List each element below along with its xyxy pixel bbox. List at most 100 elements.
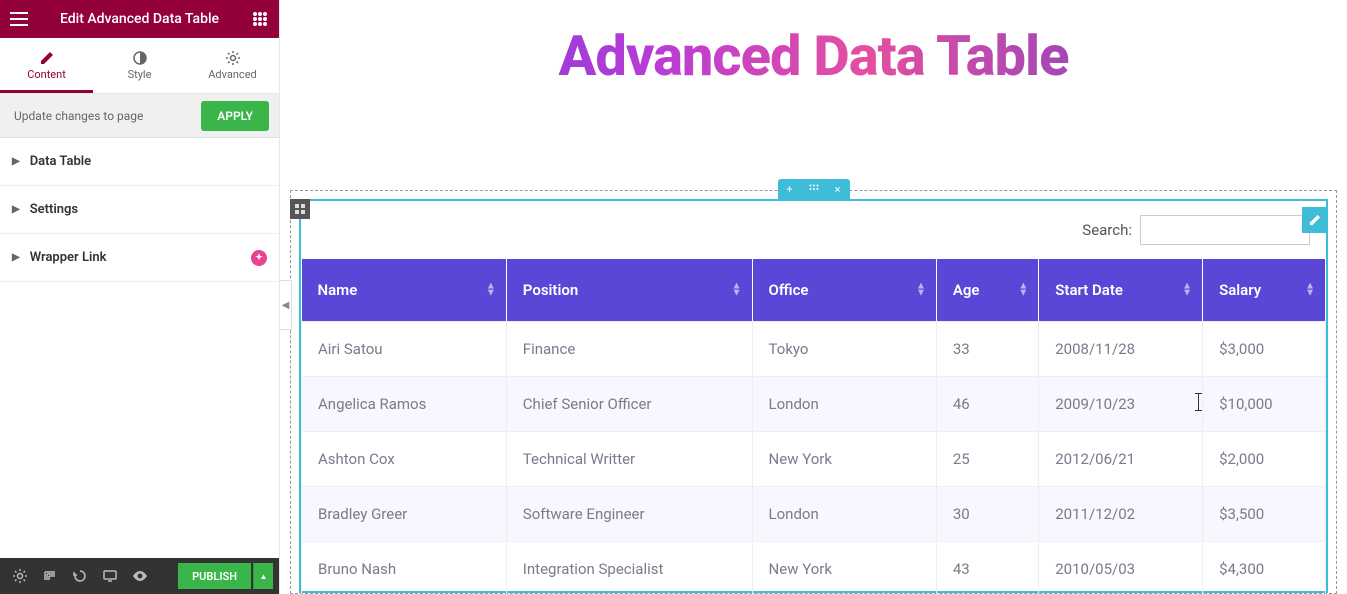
tab-label: Advanced — [208, 68, 256, 81]
tab-advanced[interactable]: Advanced — [186, 38, 279, 93]
table-cell[interactable]: 2012/06/21 — [1039, 432, 1203, 487]
text-cursor-icon — [1198, 393, 1199, 411]
menu-icon[interactable] — [0, 0, 38, 38]
table-cell[interactable]: $2,000 — [1203, 432, 1326, 487]
col-label: Salary — [1219, 281, 1261, 299]
publish-button[interactable]: PUBLISH — [178, 563, 251, 589]
table-search-row: Search: — [301, 205, 1326, 259]
apply-button[interactable]: APPLY — [201, 101, 269, 131]
table-row: Airi SatouFinanceTokyo332008/11/28$3,000 — [302, 322, 1326, 377]
tab-label: Style — [128, 68, 152, 81]
preview-area: Advanced Data Table + × Search: — [280, 0, 1347, 594]
table-cell[interactable]: Bruno Nash — [302, 542, 507, 594]
section-label: Settings — [30, 202, 78, 217]
table-cell[interactable]: Chief Senior Officer — [506, 377, 752, 432]
table-cell[interactable]: Tokyo — [752, 322, 936, 377]
sort-icon: ▲▼ — [486, 284, 496, 297]
table-cell[interactable]: $10,000 — [1203, 377, 1326, 432]
section-data-table[interactable]: ▶ Data Table — [0, 138, 279, 186]
table-header-row: Name ▲▼ Position ▲▼ Office ▲▼ Age ▲▼ Start D… — [302, 259, 1326, 322]
table-cell[interactable]: London — [752, 487, 936, 542]
navigator-icon[interactable] — [36, 562, 64, 590]
table-cell[interactable]: 2011/12/02 — [1039, 487, 1203, 542]
widget-data-table[interactable]: Search: Name ▲▼ Position ▲▼ Office ▲▼ Age ▲▼… — [299, 199, 1328, 593]
table-cell[interactable]: Finance — [506, 322, 752, 377]
col-age[interactable]: Age ▲▼ — [936, 259, 1038, 322]
sidebar-footer: PUBLISH ▲ — [0, 558, 279, 594]
settings-icon[interactable] — [6, 562, 34, 590]
contrast-icon — [133, 51, 147, 65]
section-toolbar: + × — [778, 179, 850, 199]
table-cell[interactable]: Bradley Greer — [302, 487, 507, 542]
sidebar-tabs: Content Style Advanced — [0, 38, 279, 94]
section-label: Wrapper Link — [30, 250, 107, 265]
table-cell[interactable]: 46 — [936, 377, 1038, 432]
table-cell[interactable]: 2009/10/23 — [1039, 377, 1203, 432]
table-cell[interactable]: New York — [752, 542, 936, 594]
table-row: Bruno NashIntegration SpecialistNew York… — [302, 542, 1326, 594]
table-row: Ashton CoxTechnical WritterNew York25201… — [302, 432, 1326, 487]
responsive-icon[interactable] — [96, 562, 124, 590]
col-name[interactable]: Name ▲▼ — [302, 259, 507, 322]
chevron-right-icon: ▶ — [12, 252, 20, 263]
editor-sidebar: Edit Advanced Data Table Content Style A… — [0, 0, 280, 594]
elementor-section[interactable]: + × Search: Name▲▼ Position▲▼ — [290, 190, 1337, 594]
table-cell[interactable]: 2008/11/28 — [1039, 322, 1203, 377]
col-label: Age — [953, 281, 980, 299]
edit-section-icon[interactable] — [802, 179, 826, 199]
section-settings[interactable]: ▶ Settings — [0, 186, 279, 234]
table-cell[interactable]: Ashton Cox — [302, 432, 507, 487]
column-handle-icon[interactable] — [290, 199, 310, 219]
section-label: Data Table — [30, 154, 91, 169]
table-cell[interactable]: Software Engineer — [506, 487, 752, 542]
table-cell[interactable]: Airi Satou — [302, 322, 507, 377]
chevron-right-icon: ▶ — [12, 204, 20, 215]
data-table: Name ▲▼ Position ▲▼ Office ▲▼ Age ▲▼ Start D… — [301, 259, 1326, 594]
gear-icon — [226, 51, 240, 65]
apply-row: Update changes to page APPLY — [0, 94, 279, 138]
table-row: Angelica RamosChief Senior OfficerLondon… — [302, 377, 1326, 432]
table-cell[interactable]: 33 — [936, 322, 1038, 377]
history-icon[interactable] — [66, 562, 94, 590]
sidebar-collapse-handle[interactable]: ◀ — [280, 280, 292, 330]
page-title: Advanced Data Table — [280, 28, 1347, 84]
sort-icon: ▲▼ — [916, 284, 926, 297]
table-cell[interactable]: London — [752, 377, 936, 432]
sort-icon: ▲▼ — [1305, 284, 1315, 297]
apps-icon[interactable] — [241, 0, 279, 38]
table-cell[interactable]: Technical Writter — [506, 432, 752, 487]
search-input[interactable] — [1140, 215, 1310, 245]
table-cell[interactable]: 2010/05/03 — [1039, 542, 1203, 594]
table-cell[interactable]: $4,300 — [1203, 542, 1326, 594]
table-cell[interactable]: $3,500 — [1203, 487, 1326, 542]
col-label: Name — [318, 281, 358, 299]
table-cell[interactable]: $3,000 — [1203, 322, 1326, 377]
table-cell[interactable]: Angelica Ramos — [302, 377, 507, 432]
search-label: Search: — [1082, 221, 1132, 239]
tab-style[interactable]: Style — [93, 38, 186, 93]
delete-section-icon[interactable]: × — [826, 179, 850, 199]
col-start-date[interactable]: Start Date▲▼ — [1039, 259, 1203, 322]
section-wrapper-link[interactable]: ▶ Wrapper Link ✦ — [0, 234, 279, 282]
table-cell[interactable]: New York — [752, 432, 936, 487]
plugin-badge-icon: ✦ — [251, 250, 267, 266]
apply-label: Update changes to page — [14, 109, 191, 123]
sort-icon: ▲▼ — [732, 284, 742, 297]
col-label: Position — [523, 281, 578, 299]
table-row: Bradley GreerSoftware EngineerLondon3020… — [302, 487, 1326, 542]
table-cell[interactable]: 43 — [936, 542, 1038, 594]
add-section-icon[interactable]: + — [778, 179, 802, 199]
table-cell[interactable]: Integration Specialist — [506, 542, 752, 594]
table-cell[interactable]: 25 — [936, 432, 1038, 487]
edit-widget-icon[interactable] — [1302, 207, 1328, 233]
col-salary[interactable]: Salary ▲▼ — [1203, 259, 1326, 322]
publish-options-button[interactable]: ▲ — [253, 563, 273, 589]
col-label: Office — [769, 281, 809, 299]
tab-content[interactable]: Content — [0, 38, 93, 93]
col-office[interactable]: Office ▲▼ — [752, 259, 936, 322]
preview-icon[interactable] — [126, 562, 154, 590]
sort-icon: ▲▼ — [1182, 284, 1192, 297]
col-position[interactable]: Position ▲▼ — [506, 259, 752, 322]
sort-icon: ▲▼ — [1018, 284, 1028, 297]
table-cell[interactable]: 30 — [936, 487, 1038, 542]
